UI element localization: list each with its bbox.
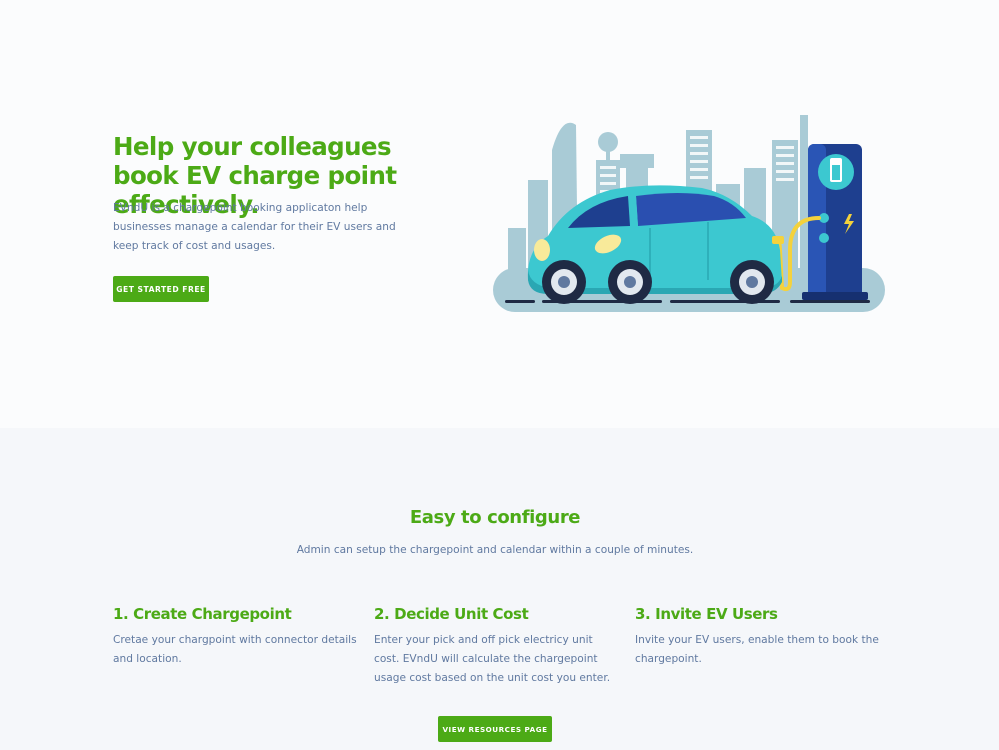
feature-title: 2. Decide Unit Cost <box>374 605 529 623</box>
feature-text: Invite your EV users, enable them to boo… <box>635 634 879 666</box>
feature-decide-unit-cost: 2. Decide Unit Cost Enter your pick and … <box>374 604 619 689</box>
features-title: Easy to configure <box>409 507 581 528</box>
get-started-button[interactable]: GET STARTED FREE <box>113 276 209 302</box>
feature-invite-ev-users: 3. Invite EV Users Invite your EV users,… <box>635 604 880 669</box>
features-subtitle: Admin can setup the chargepoint and cale… <box>296 544 694 556</box>
hero-section: Help your colleagues book EV charge poin… <box>0 0 999 428</box>
feature-text: Cretae your chargpoint with connector de… <box>113 634 357 666</box>
feature-text: Enter your pick and off pick electricy u… <box>374 634 611 685</box>
features-section: Easy to configure Admin can setup the ch… <box>0 428 999 750</box>
hero-description: EVndU is a chargepoint booking applicato… <box>113 202 396 253</box>
view-resources-button[interactable]: VIEW RESOURCES PAGE <box>438 716 552 742</box>
feature-title: 3. Invite EV Users <box>635 605 778 623</box>
feature-create-chargepoint: 1. Create Chargepoint Cretae your chargp… <box>113 604 358 669</box>
ev-charging-illustration <box>490 110 890 320</box>
feature-title: 1. Create Chargepoint <box>113 605 292 623</box>
